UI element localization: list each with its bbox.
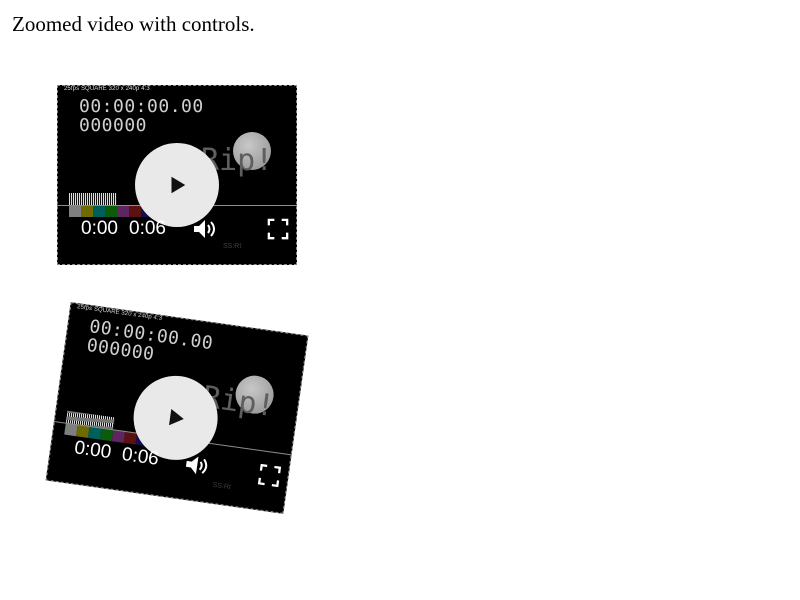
duration: 0:06 [129,218,166,239]
fullscreen-icon [257,463,282,488]
current-time: 0:00 [73,437,113,464]
color-bar [93,205,105,217]
fullscreen-button[interactable] [255,461,284,490]
video-player[interactable]: 25fps SQUARE 320 x 240p 4:3 00:00:00.00 … [45,302,309,514]
color-bar [117,205,129,217]
color-bar [105,205,117,217]
color-bar [81,205,93,217]
test-pattern [69,193,117,205]
video-player[interactable]: 25fps SQUARE 320 x 240p 4:3 00:00:00.00 … [57,85,297,265]
video-info-text: 25fps SQUARE 320 x 240p 4:3 [64,86,150,92]
duration: 0:06 [120,443,161,470]
current-time: 0:00 [81,218,118,239]
color-bar [69,205,81,217]
volume-icon [185,456,208,475]
fullscreen-icon [267,218,289,240]
small-video-label: SS:Rt [212,481,232,492]
play-icon [169,408,184,426]
play-icon [171,176,186,194]
video-frame-count: 000000 [79,115,148,136]
color-bar [129,205,141,217]
volume-icon [194,220,215,238]
fullscreen-button[interactable] [265,216,291,242]
video-timecode: 00:00:00.00 [79,96,204,117]
volume-button[interactable] [181,449,215,483]
page-title: Zoomed video with controls. [12,12,255,36]
volume-button[interactable] [191,214,221,244]
small-video-label: SS:Rt [223,243,242,250]
